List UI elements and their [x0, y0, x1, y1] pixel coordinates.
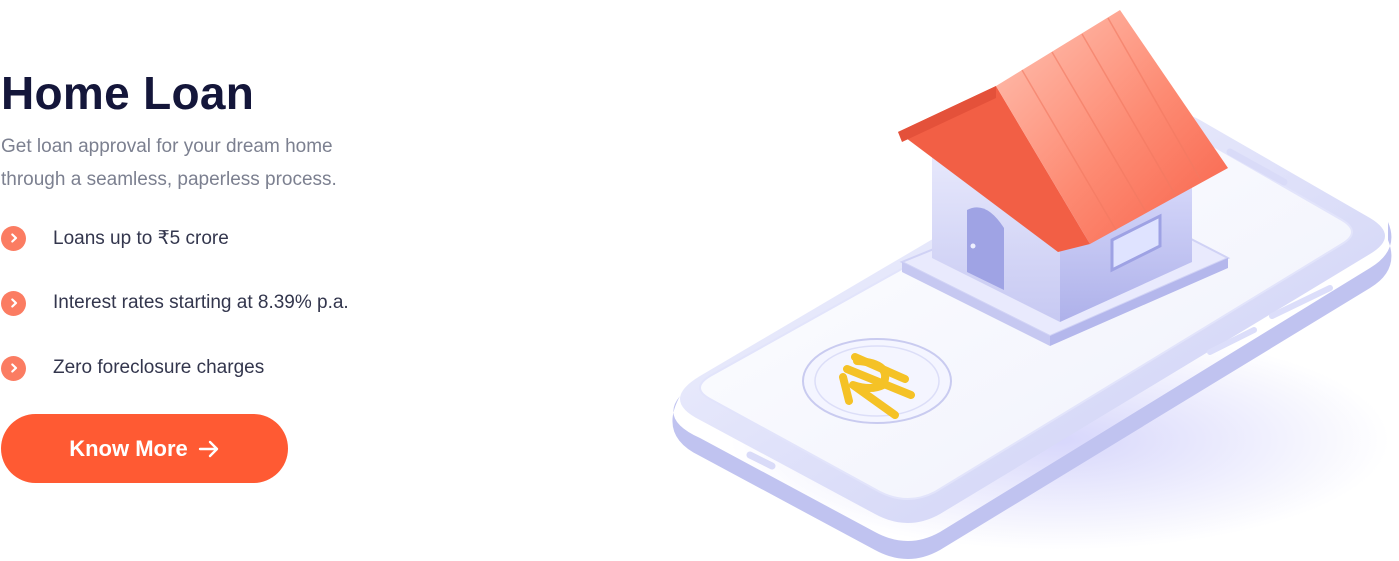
chevron-right-icon [1, 225, 26, 251]
feature-item: Loans up to ₹5 crore [1, 218, 561, 258]
know-more-button[interactable]: Know More [1, 414, 288, 483]
feature-label: Interest rates starting at 8.39% p.a. [53, 292, 349, 313]
chevron-right-icon [1, 355, 26, 381]
house-on-phone-illustration [672, 10, 1392, 559]
feature-label: Loans up to ₹5 crore [53, 227, 229, 249]
feature-item: Zero foreclosure charges [1, 348, 561, 388]
hero-content: Home Loan Get loan approval for your dre… [1, 64, 561, 413]
home-loan-hero: Home Loan Get loan approval for your dre… [0, 0, 1399, 561]
feature-list: Loans up to ₹5 crore Interest rates star… [1, 218, 561, 388]
page-subtitle: Get loan approval for your dream home th… [1, 136, 337, 190]
chevron-right-icon [1, 290, 26, 316]
arrow-right-icon [198, 440, 218, 457]
page-title: Home Loan [1, 67, 255, 119]
feature-label: Zero foreclosure charges [53, 357, 265, 378]
feature-item: Interest rates starting at 8.39% p.a. [1, 283, 561, 323]
rupee-coin [802, 338, 952, 424]
know-more-label: Know More [69, 435, 188, 461]
